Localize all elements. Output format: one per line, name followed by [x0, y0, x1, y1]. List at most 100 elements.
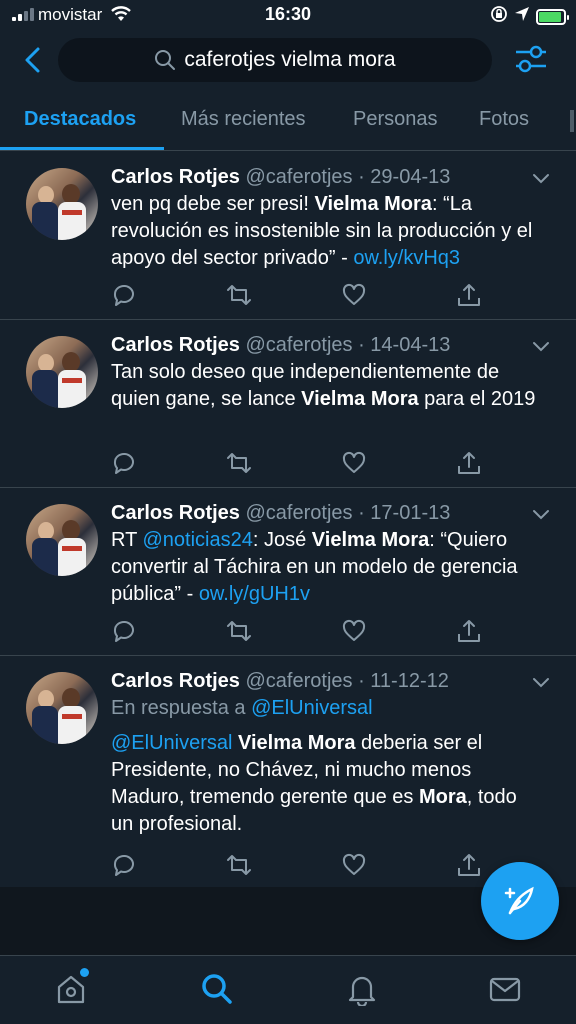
share-button[interactable]	[456, 618, 482, 644]
compose-feather-icon	[504, 886, 534, 915]
search-icon	[155, 50, 176, 70]
share-button[interactable]	[456, 852, 482, 878]
comment-icon	[111, 284, 137, 312]
chevron-down-icon	[533, 342, 549, 352]
avatar[interactable]	[26, 336, 98, 408]
meta-separator: ·	[352, 502, 371, 524]
comment-icon	[111, 620, 137, 648]
author-name[interactable]: Carlos Rotjes	[111, 166, 240, 188]
bell-icon	[348, 976, 376, 1008]
reply-button[interactable]	[111, 450, 137, 476]
share-icon	[456, 620, 482, 648]
tweet-text: @ElUniversal Vielma Mora deberia ser el …	[111, 730, 544, 838]
tweet-meta: Carlos Rotjes @caferotjes · 17-01-13	[111, 500, 544, 527]
nav-messages[interactable]	[488, 972, 522, 1006]
back-button[interactable]	[20, 44, 48, 76]
tweet-menu-button[interactable]	[532, 508, 550, 520]
tweet-actions	[111, 450, 491, 478]
retweet-button[interactable]	[226, 450, 252, 476]
sliders-icon	[516, 45, 546, 73]
meta-separator: ·	[352, 334, 371, 356]
tweet-text-segment: : José	[252, 529, 312, 551]
tweet-meta: Carlos Rotjes @caferotjes · 11-12-12	[111, 668, 544, 695]
share-icon	[456, 452, 482, 480]
tweet-text-segment: ven pq debe ser presi!	[111, 193, 315, 215]
tweet-actions	[111, 852, 491, 880]
tab-mas-recientes[interactable]: Más recientes	[181, 108, 306, 131]
reply-button[interactable]	[111, 852, 137, 878]
highlighted-term: Vielma Mora	[238, 732, 356, 754]
comment-icon	[111, 452, 137, 480]
reply-handle-link[interactable]: @ElUniversal	[251, 697, 372, 719]
location-icon	[514, 6, 530, 27]
tweet-actions	[111, 618, 491, 646]
nav-notifications[interactable]	[345, 972, 379, 1008]
tab-personas[interactable]: Personas	[353, 108, 438, 131]
retweet-button[interactable]	[226, 282, 252, 308]
like-button[interactable]	[341, 618, 367, 644]
retweet-icon	[226, 855, 252, 882]
share-button[interactable]	[456, 282, 482, 308]
tweet-menu-button[interactable]	[532, 676, 550, 688]
home-notification-dot	[80, 968, 89, 977]
like-button[interactable]	[341, 852, 367, 878]
search-filter-button[interactable]	[512, 42, 550, 78]
tweet-list: Carlos Rotjes @caferotjes · 29-04-13 ven …	[0, 152, 576, 887]
mail-icon	[489, 977, 521, 1002]
tweet-link[interactable]: @noticias24	[143, 529, 253, 551]
search-icon	[202, 974, 232, 1004]
chevron-down-icon	[533, 678, 549, 688]
tweet-menu-button[interactable]	[532, 172, 550, 184]
reply-button[interactable]	[111, 282, 137, 308]
avatar[interactable]	[26, 504, 98, 576]
retweet-button[interactable]	[226, 618, 252, 644]
retweet-button[interactable]	[226, 852, 252, 878]
tweet-date: 11-12-12	[370, 670, 449, 692]
tweet-date: 14-04-13	[370, 334, 451, 356]
compose-tweet-button[interactable]	[481, 862, 559, 940]
tweet-link[interactable]: @ElUniversal	[111, 732, 232, 754]
author-handle[interactable]: @caferotjes	[246, 334, 353, 356]
like-button[interactable]	[341, 282, 367, 308]
reply-prefix: En respuesta a	[111, 697, 252, 719]
highlighted-term: Vielma Mora	[301, 388, 419, 410]
tweet-text: ven pq debe ser presi! Vielma Mora: “La …	[111, 191, 544, 272]
status-bar: movistar 16:30	[0, 0, 576, 30]
tweet-link[interactable]: ow.ly/kvHq3	[353, 247, 460, 269]
avatar[interactable]	[26, 672, 98, 744]
reply-context: En respuesta a @ElUniversal	[111, 695, 544, 722]
highlighted-term: Vielma Mora	[311, 529, 430, 551]
like-button[interactable]	[341, 450, 367, 476]
share-icon	[456, 284, 482, 312]
tweet-link[interactable]: ow.ly/gUH1v	[199, 583, 310, 605]
rotation-lock-icon	[490, 5, 508, 28]
author-name[interactable]: Carlos Rotjes	[111, 670, 240, 692]
tweet[interactable]: Carlos Rotjes @caferotjes · 17-01-13 RT @…	[0, 488, 576, 656]
reply-button[interactable]	[111, 618, 137, 644]
search-header: caferotjes vielma mora	[0, 34, 576, 86]
author-handle[interactable]: @caferotjes	[246, 166, 353, 188]
heart-icon	[341, 853, 367, 882]
author-name[interactable]: Carlos Rotjes	[111, 502, 240, 524]
nav-search[interactable]	[200, 972, 234, 1006]
tweet[interactable]: Carlos Rotjes @caferotjes · 14-04-13 Tan …	[0, 320, 576, 488]
tweet-menu-button[interactable]	[532, 340, 550, 352]
home-icon	[57, 975, 85, 1004]
search-input[interactable]: caferotjes vielma mora	[58, 38, 492, 82]
tab-destacados[interactable]: Destacados	[24, 108, 136, 131]
chevron-left-icon	[25, 47, 40, 73]
tweet-meta: Carlos Rotjes @caferotjes · 14-04-13	[111, 332, 544, 359]
chevron-down-icon	[533, 174, 549, 184]
tweet-meta: Carlos Rotjes @caferotjes · 29-04-13	[111, 164, 544, 191]
author-name[interactable]: Carlos Rotjes	[111, 334, 240, 356]
nav-home[interactable]	[54, 972, 88, 1006]
highlighted-term: Vielma Mora	[314, 193, 432, 215]
tweet[interactable]: Carlos Rotjes @caferotjes · 29-04-13 ven …	[0, 152, 576, 320]
tab-fotos[interactable]: Fotos	[479, 108, 529, 131]
avatar[interactable]	[26, 168, 98, 240]
author-handle[interactable]: @caferotjes	[246, 502, 353, 524]
tweet[interactable]: Carlos Rotjes @caferotjes · 11-12-12 En r…	[0, 656, 576, 887]
share-button[interactable]	[456, 450, 482, 476]
author-handle[interactable]: @caferotjes	[246, 670, 353, 692]
tweet-text: Tan solo deseo que independientemente de…	[111, 359, 544, 413]
